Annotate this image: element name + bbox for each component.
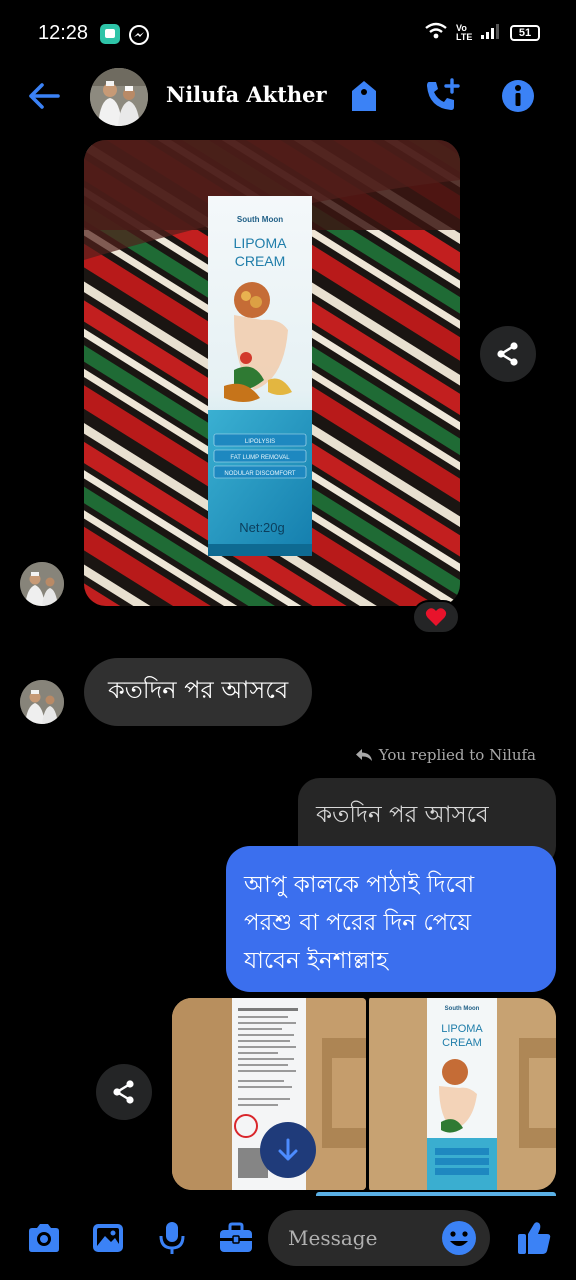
messenger-notification-icon bbox=[128, 24, 149, 45]
battery-indicator: 51 bbox=[510, 25, 540, 41]
svg-text:LIPOLYSIS: LIPOLYSIS bbox=[245, 439, 275, 445]
product-front-photo[interactable]: South Moon LIPOMA CREAM bbox=[366, 998, 556, 1190]
share-icon bbox=[113, 1080, 134, 1104]
share-icon bbox=[497, 342, 518, 366]
svg-text:CREAM: CREAM bbox=[442, 1037, 482, 1049]
svg-text:South Moon: South Moon bbox=[445, 1006, 480, 1012]
scroll-to-bottom-button[interactable] bbox=[260, 1122, 316, 1178]
contact-avatar-small[interactable] bbox=[20, 680, 64, 724]
status-indicators: Vo LTE 51 bbox=[424, 22, 540, 44]
message-composer: Message bbox=[0, 1196, 576, 1280]
svg-text:South Moon: South Moon bbox=[237, 215, 283, 224]
arrow-down-icon bbox=[278, 1138, 298, 1161]
message-input-placeholder: Message bbox=[288, 1226, 378, 1250]
contact-name[interactable]: Nilufa Akther bbox=[166, 82, 327, 107]
message-list[interactable]: South Moon LIPOMA CREAM LIPOLYSIS FAT LU… bbox=[0, 126, 576, 1196]
chat-app-notification-icon bbox=[100, 24, 120, 44]
svg-text:FAT LUMP REMOVAL: FAT LUMP REMOVAL bbox=[230, 455, 290, 461]
incoming-message[interactable]: কতদিন পর আসবে bbox=[84, 658, 313, 726]
outgoing-message-line: পরশু বা পরের দিন পেয়ে bbox=[244, 910, 472, 936]
heart-icon bbox=[425, 608, 447, 626]
conversation-header: Nilufa Akther bbox=[0, 68, 576, 126]
briefcase-icon[interactable] bbox=[216, 1218, 256, 1258]
add-call-icon[interactable] bbox=[422, 76, 462, 116]
heart-reaction[interactable] bbox=[412, 600, 460, 634]
camera-icon[interactable] bbox=[24, 1218, 64, 1258]
svg-text:Net:20g: Net:20g bbox=[239, 520, 285, 535]
share-button[interactable] bbox=[96, 1064, 152, 1120]
reply-indicator: You replied to Nilufa bbox=[355, 746, 536, 764]
status-time: 12:28 bbox=[38, 22, 89, 44]
product-box: South Moon LIPOMA CREAM LIPOLYSIS FAT LU… bbox=[208, 196, 312, 556]
info-icon[interactable] bbox=[498, 76, 538, 116]
outgoing-message[interactable]: আপু কালকে পাঠাই দিবো পরশু বা পরের দিন পে… bbox=[226, 846, 556, 992]
svg-text:NODULAR DISCOMFORT: NODULAR DISCOMFORT bbox=[224, 471, 296, 477]
contact-avatar-small[interactable] bbox=[20, 562, 64, 606]
quoted-message-text: কতদিন পর আসবে bbox=[316, 802, 489, 828]
back-arrow-icon[interactable] bbox=[24, 76, 64, 116]
svg-text:LIPOMA: LIPOMA bbox=[441, 1023, 483, 1035]
outgoing-message-line: আপু কালকে পাঠাই দিবো bbox=[244, 872, 475, 898]
volte-label: Vo LTE bbox=[456, 23, 473, 42]
signal-icon bbox=[480, 23, 502, 43]
svg-text:LIPOMA: LIPOMA bbox=[234, 235, 288, 251]
status-bar: 12:28 Vo LTE 51 bbox=[0, 0, 576, 68]
share-button[interactable] bbox=[480, 326, 536, 382]
contact-avatar[interactable] bbox=[90, 68, 148, 126]
thumbs-up-icon[interactable] bbox=[514, 1218, 554, 1258]
outgoing-message-line: যাবেন ইনশাল্লাহ bbox=[244, 948, 389, 974]
svg-text:CREAM: CREAM bbox=[235, 253, 286, 269]
wifi-icon bbox=[424, 22, 448, 44]
reply-indicator-text: You replied to Nilufa bbox=[378, 746, 536, 764]
reply-arrow-icon bbox=[355, 749, 372, 761]
gallery-icon[interactable] bbox=[88, 1218, 128, 1258]
tag-icon[interactable] bbox=[344, 76, 384, 116]
message-input[interactable]: Message bbox=[268, 1210, 490, 1266]
emoji-icon[interactable] bbox=[440, 1219, 478, 1257]
microphone-icon[interactable] bbox=[152, 1218, 192, 1258]
incoming-message-text: কতদিন পর আসবে bbox=[108, 676, 289, 704]
product-photo-message[interactable]: South Moon LIPOMA CREAM LIPOLYSIS FAT LU… bbox=[84, 140, 460, 606]
